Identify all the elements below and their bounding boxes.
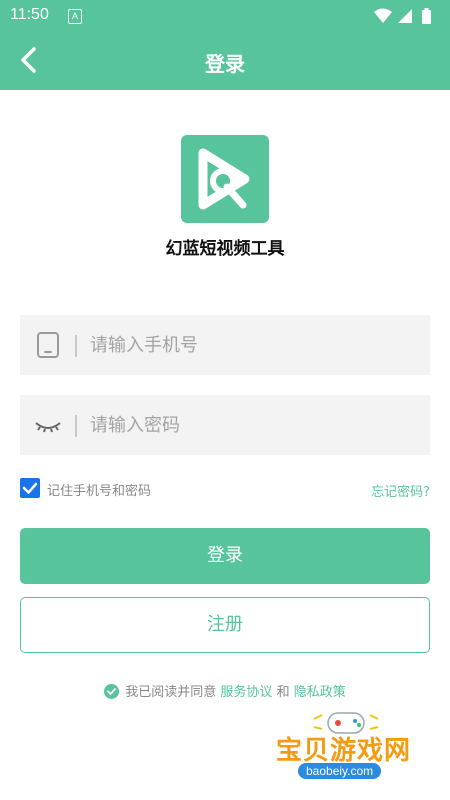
watermark-title: 宝贝游戏网: [276, 736, 412, 766]
agreement-prefix: 我已阅读并同意: [125, 685, 217, 700]
signal-icon: [398, 9, 412, 23]
wifi-icon: [374, 8, 392, 23]
system-icons: [374, 8, 431, 24]
remember-label: 记住手机号和密码: [47, 484, 152, 499]
app-logo: [181, 135, 269, 223]
eye-closed-icon[interactable]: [34, 411, 62, 439]
page-title: 登录: [205, 52, 245, 76]
checkmark-icon: [22, 482, 38, 494]
watermark-url: baobeiy.com: [298, 763, 382, 779]
forgot-password-link[interactable]: 忘记密码?: [371, 481, 430, 500]
agreement-check-icon[interactable]: [104, 684, 120, 699]
watermark: 宝贝游戏网 baobeiy.com: [270, 705, 430, 800]
title-bar: 登录: [0, 32, 450, 90]
field-divider: [75, 415, 77, 437]
agreement-and: 和: [276, 685, 290, 700]
notification-icon: A: [68, 9, 82, 24]
app-name: 幻蓝短视频工具: [165, 239, 285, 259]
login-button[interactable]: 登录: [20, 528, 430, 584]
remember-checkbox[interactable]: [20, 478, 40, 498]
phone-input[interactable]: [90, 315, 410, 375]
battery-icon: [422, 8, 431, 24]
field-divider: [75, 335, 77, 357]
password-field[interactable]: [20, 395, 430, 455]
service-agreement-link[interactable]: 服务协议: [220, 685, 272, 700]
register-button[interactable]: 注册: [20, 597, 430, 653]
privacy-policy-link[interactable]: 隐私政策: [294, 685, 346, 700]
phone-icon: [37, 332, 59, 358]
agreement-row: 我已阅读并同意 服务协议 和 隐私政策: [0, 681, 450, 700]
phone-field[interactable]: [20, 315, 430, 375]
password-input[interactable]: [90, 395, 410, 455]
status-bar: 11:50 A: [0, 0, 450, 32]
status-time: 11:50: [10, 6, 49, 23]
play-wrench-logo-icon: [198, 148, 250, 210]
checkmark-icon: [107, 688, 117, 695]
